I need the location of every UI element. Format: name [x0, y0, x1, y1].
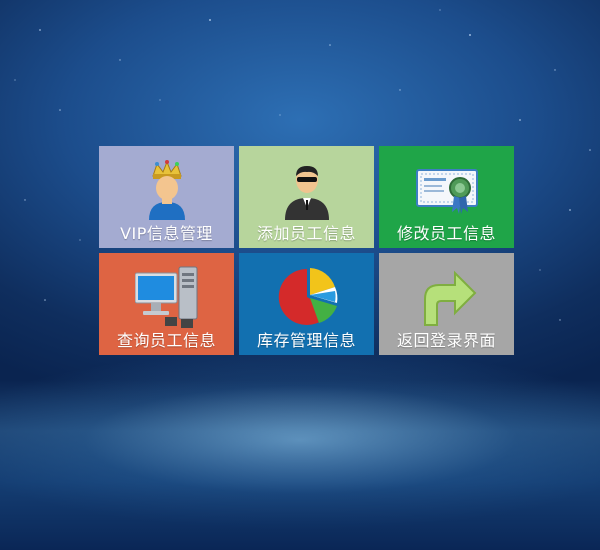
vip-king-icon	[148, 160, 185, 220]
tile-label: 修改员工信息	[396, 224, 496, 243]
tile-label: 添加员工信息	[256, 224, 356, 243]
pie-chart-icon	[278, 268, 337, 325]
light-glow-band	[0, 380, 600, 550]
certificate-icon	[415, 169, 478, 214]
return-login-tile[interactable]: 返回登录界面	[379, 253, 514, 355]
inventory-management-tile[interactable]: 库存管理信息	[239, 253, 374, 355]
tile-label: 库存管理信息	[256, 331, 356, 350]
vip-management-tile[interactable]: VIP信息管理	[99, 146, 234, 248]
return-arrow-icon	[423, 270, 476, 326]
tile-label: 返回登录界面	[396, 331, 496, 350]
tile-label: VIP信息管理	[120, 224, 213, 243]
computer-server-icon	[134, 266, 197, 328]
tile-label: 查询员工信息	[116, 331, 216, 350]
query-employee-tile[interactable]: 查询员工信息	[99, 253, 234, 355]
edit-employee-tile[interactable]: 修改员工信息	[379, 146, 514, 248]
add-employee-tile[interactable]: 添加员工信息	[239, 146, 374, 248]
employee-agent-icon	[284, 166, 329, 220]
